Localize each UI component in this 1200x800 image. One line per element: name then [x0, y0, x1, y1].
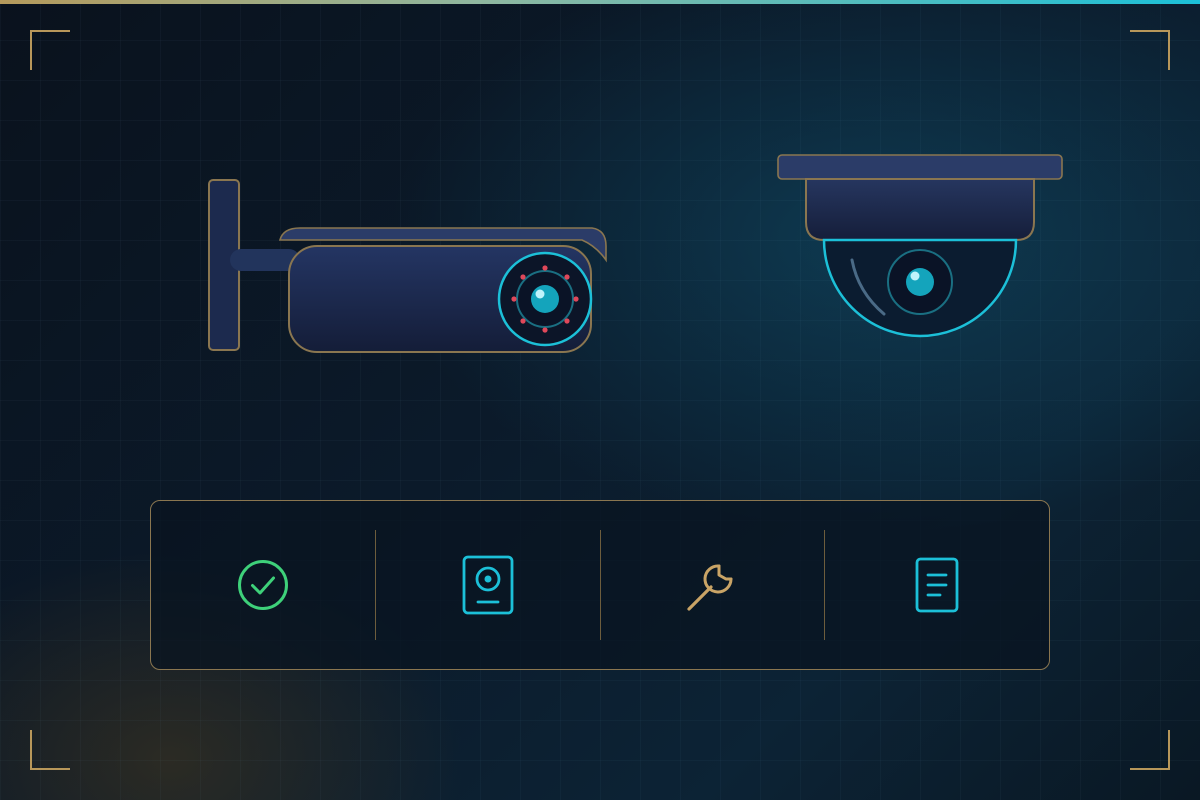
wrench-icon: [687, 564, 733, 611]
check-circle-icon: [237, 560, 288, 610]
toolbar-item-maintenance[interactable]: [599, 530, 825, 640]
dome-camera-icon: [777, 154, 1063, 338]
toolbar-item-reports[interactable]: [824, 530, 1049, 640]
action-toolbar: [150, 500, 1050, 670]
storage-drive-icon: [462, 555, 514, 615]
bullet-camera-icon: [208, 179, 607, 353]
document-icon: [915, 557, 959, 613]
toolbar-item-storage[interactable]: [374, 530, 600, 640]
camera-illustrations: [208, 154, 1063, 353]
toolbar-item-status[interactable]: [151, 530, 375, 640]
